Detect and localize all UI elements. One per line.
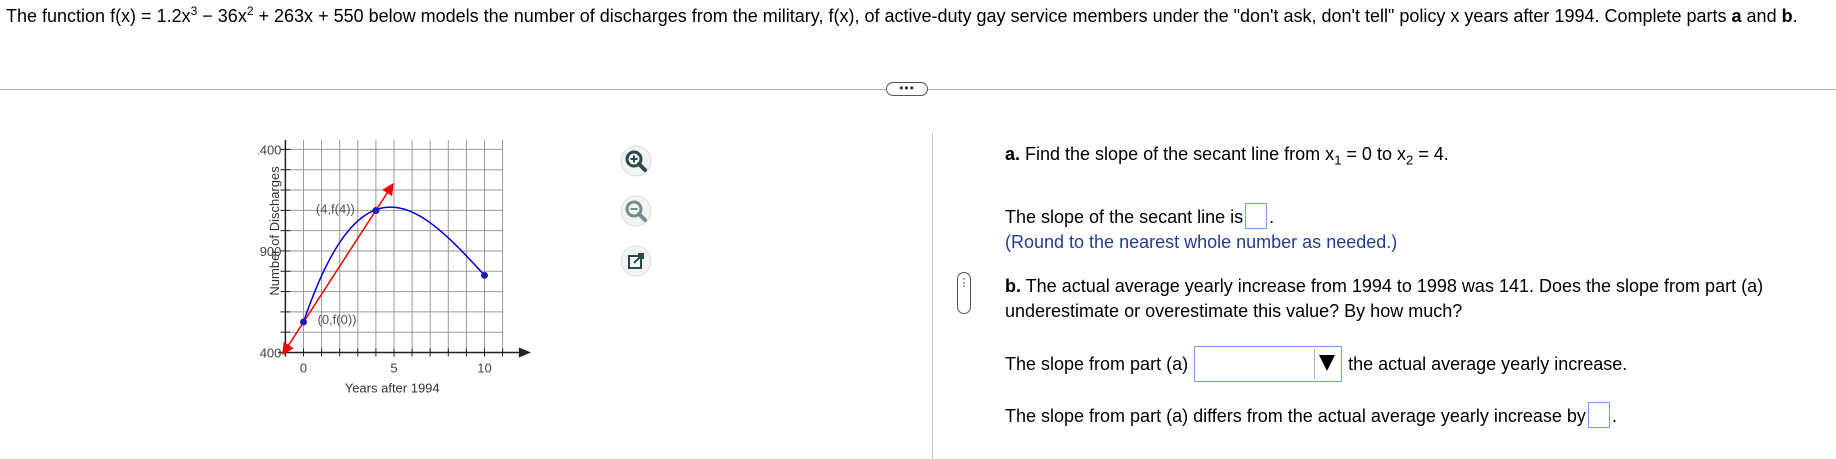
panel-divider bbox=[932, 133, 933, 459]
part-b-ref: b bbox=[1781, 6, 1793, 26]
part-b-dropdown-line: The slope from part (a) the actual averag… bbox=[1005, 345, 1825, 382]
endpoint-marker bbox=[481, 271, 488, 279]
dropdown-arrow-icon[interactable] bbox=[1319, 354, 1336, 371]
statement-text: The function f(x) = 1.2x bbox=[6, 6, 191, 26]
exponent: 2 bbox=[246, 4, 254, 18]
y-tick-label: 1400 bbox=[258, 142, 281, 157]
part-a-text: Find the slope of the secant line from x bbox=[1020, 144, 1335, 164]
labels: Years after 1994 Number of Discharges (0,f… bbox=[267, 166, 440, 396]
part-b-difference-line: The slope from part (a) differs from the… bbox=[1005, 401, 1825, 429]
zoom-out-icon[interactable] bbox=[620, 195, 652, 227]
part-a-text: = 4. bbox=[1413, 144, 1449, 164]
statement-text: − 36x bbox=[197, 6, 247, 26]
dropdown-separator bbox=[1314, 348, 1316, 379]
part-b-text: The actual average yearly increase from … bbox=[1005, 275, 1764, 321]
statement-text: . bbox=[1792, 6, 1798, 26]
part-a-answer-line: The slope of the secant line is. bbox=[1005, 202, 1825, 230]
question-panel: a. Find the slope of the secant line fro… bbox=[1005, 142, 1825, 429]
external-link-icon[interactable] bbox=[620, 245, 652, 277]
point-marker bbox=[300, 318, 307, 326]
difference-input[interactable] bbox=[1587, 401, 1610, 428]
point-label: (4,f(4)) bbox=[316, 202, 355, 217]
y-tick-label: 400 bbox=[260, 346, 282, 361]
period: . bbox=[1269, 206, 1275, 227]
part-b-question: b. The actual average yearly increase fr… bbox=[1005, 274, 1825, 324]
function-graph: 05104009001400 Years after 1994Number of… bbox=[258, 140, 531, 396]
x-axis-label: Years after 1994 bbox=[345, 381, 440, 396]
part-b-label: b. bbox=[1005, 275, 1021, 296]
part-a-text: = 0 to x bbox=[1341, 144, 1406, 164]
answer-prompt: The slope from part (a) bbox=[1005, 353, 1189, 374]
statement-text: + 263x + 550 below models the number of … bbox=[253, 6, 1732, 26]
rounding-hint: (Round to the nearest whole number as ne… bbox=[1005, 231, 1398, 252]
secant-slope-input[interactable] bbox=[1245, 202, 1268, 229]
point-marker bbox=[372, 207, 380, 215]
more-options-button[interactable]: ••• bbox=[886, 82, 928, 96]
x-axis-arrow bbox=[518, 347, 531, 358]
part-a-question: a. Find the slope of the secant line fro… bbox=[1005, 142, 1825, 173]
statement-text: and bbox=[1741, 6, 1782, 26]
y-axis-label: Number of Discharges bbox=[267, 166, 282, 296]
answer-suffix: the actual average yearly increase. bbox=[1348, 353, 1628, 374]
comparison-dropdown[interactable] bbox=[1194, 345, 1343, 382]
part-a-ref: a bbox=[1731, 6, 1742, 26]
x-tick-label: 0 bbox=[300, 361, 307, 376]
x-tick-label: 5 bbox=[390, 361, 397, 376]
x-tick-label: 10 bbox=[477, 361, 491, 376]
problem-statement: The function f(x) = 1.2x3 − 36x2 + 263x … bbox=[6, 4, 1826, 28]
period: . bbox=[1611, 405, 1617, 426]
answer-prompt: The slope of the secant line is bbox=[1005, 206, 1244, 227]
panel-resize-handle[interactable]: ⋮ bbox=[957, 272, 971, 314]
part-a-label: a. bbox=[1005, 144, 1021, 164]
point-label: (0,f(0)) bbox=[318, 312, 357, 327]
zoom-in-icon[interactable] bbox=[620, 145, 652, 177]
answer-prompt: The slope from part (a) differs from the… bbox=[1005, 405, 1586, 426]
